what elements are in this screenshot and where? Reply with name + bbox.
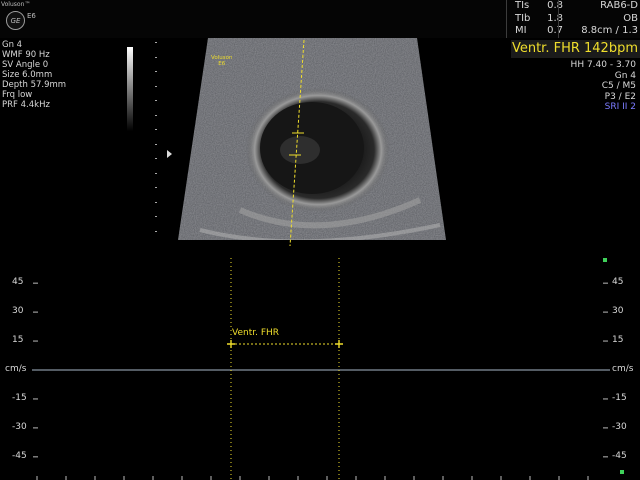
doppler-spectrum — [32, 258, 610, 480]
velocity-tick-label: 30 — [612, 306, 624, 317]
velocity-unit-label: cm/s — [5, 364, 27, 374]
velocity-tick-label: -30 — [12, 421, 27, 432]
green-marker-bottom — [620, 470, 624, 474]
velocity-tick-label: 15 — [12, 335, 24, 346]
green-marker-top — [603, 258, 607, 262]
sector-label-line2: E6 — [218, 61, 226, 67]
velocity-unit-label: cm/s — [612, 364, 634, 374]
sector-label: Voluson E6 — [211, 55, 232, 67]
velocity-tick-label: 30 — [12, 306, 24, 317]
fhr-caliper-label: Ventr. FHR — [232, 328, 280, 338]
velocity-tick-label: -15 — [612, 392, 627, 403]
velocity-tick-label: -30 — [612, 421, 627, 432]
b-mode-sector — [178, 38, 446, 247]
velocity-tick-label: -45 — [12, 450, 27, 461]
velocity-tick-label: -15 — [12, 392, 27, 403]
embryo — [280, 136, 320, 164]
ultrasound-screen: Voluson™ GE E6 TIs 0.8 TIb 1.8 MI 0.7 RA… — [0, 0, 640, 480]
velocity-tick-label: 45 — [12, 277, 24, 288]
velocity-tick-label: -45 — [612, 450, 627, 461]
spectral-waveform — [34, 311, 606, 405]
velocity-tick-label: 45 — [612, 277, 624, 288]
velocity-tick-label: 15 — [612, 335, 624, 346]
